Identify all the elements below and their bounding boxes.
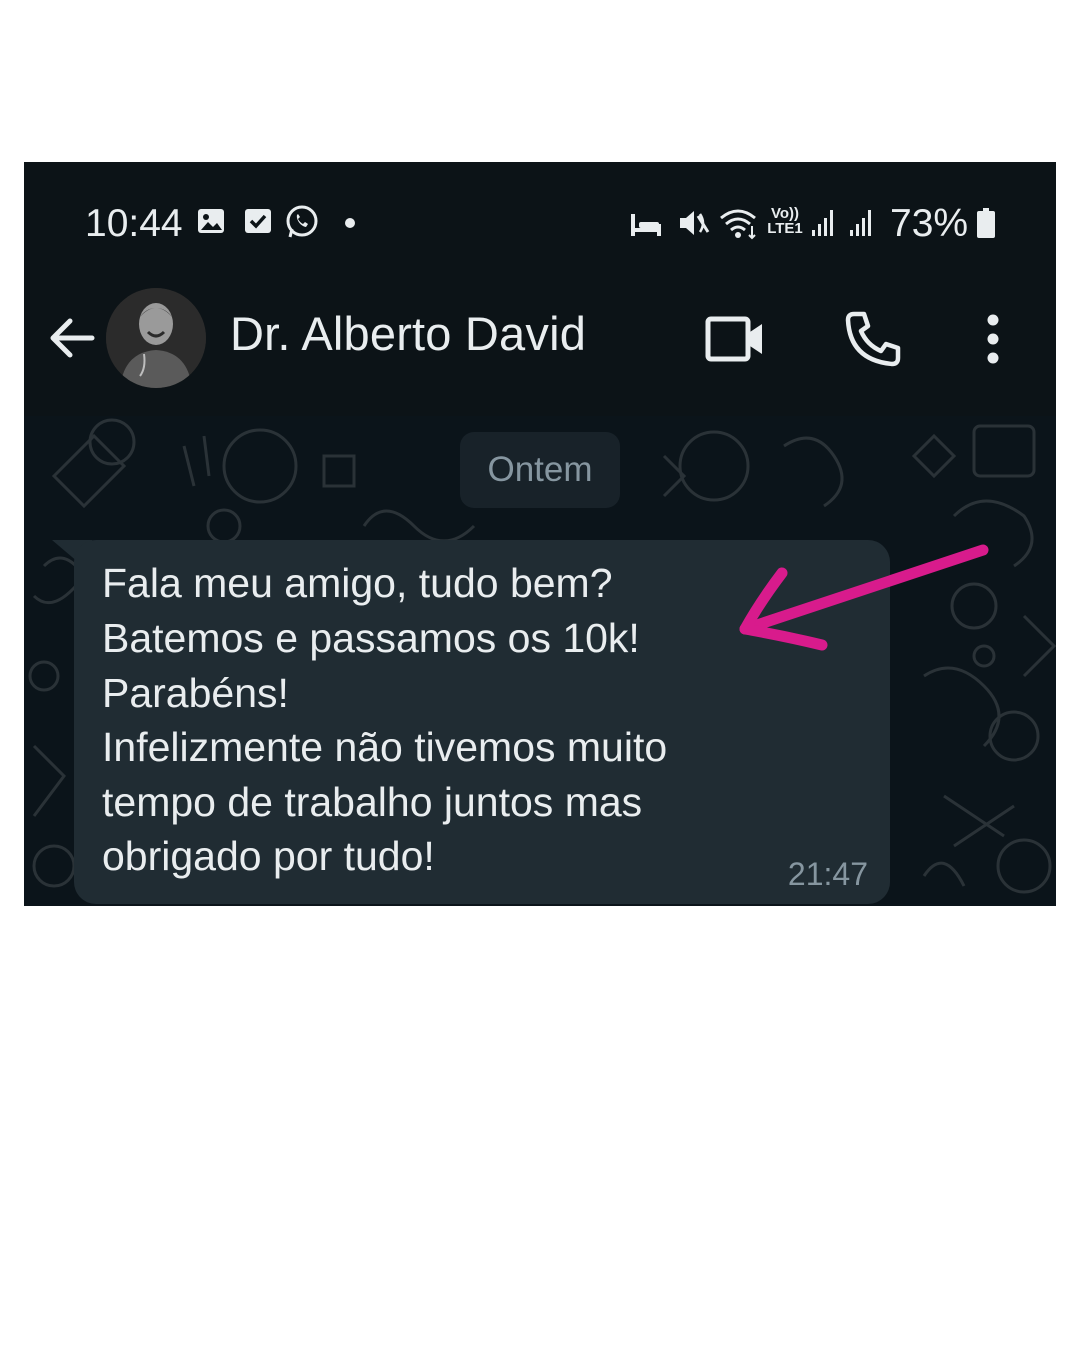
back-arrow-icon[interactable] xyxy=(46,312,98,364)
date-chip: Ontem xyxy=(460,432,620,508)
chat-area: Ontem Fala meu amigo, tudo bem? Batemos … xyxy=(24,416,1056,906)
status-bar: 10:44 Vo)) LTE1 73% xyxy=(24,162,1056,282)
sleep-bed-icon xyxy=(631,214,661,236)
avatar-photo xyxy=(106,288,206,388)
check-square-icon xyxy=(245,209,271,233)
status-time: 10:44 xyxy=(85,202,183,245)
battery-icon xyxy=(977,208,995,238)
message-line: Infelizmente não tivemos muito xyxy=(102,724,668,770)
message-line: Parabéns! xyxy=(102,670,289,716)
battery-percent: 73% xyxy=(890,202,969,245)
message-bubble[interactable]: Fala meu amigo, tudo bem? Batemos e pass… xyxy=(74,540,890,904)
whatsapp-icon xyxy=(286,205,318,238)
screenshot-frame: 10:44 Vo)) LTE1 73% Dr. Alberto David On… xyxy=(24,162,1056,906)
message-line: obrigado por tudo! xyxy=(102,833,435,879)
volte-icon: Vo)) LTE1 xyxy=(765,206,805,240)
contact-name[interactable]: Dr. Alberto David xyxy=(230,306,586,361)
notification-dot xyxy=(345,218,355,228)
wifi-icon xyxy=(720,209,756,240)
signal-icon xyxy=(812,210,833,236)
lte-label: LTE1 xyxy=(767,220,803,237)
avatar[interactable] xyxy=(106,288,206,388)
message-time: 21:47 xyxy=(787,856,868,892)
message-line: tempo de trabalho juntos mas xyxy=(102,779,643,825)
volte-label: Vo)) xyxy=(770,205,800,222)
message-line: Fala meu amigo, tudo bem? xyxy=(102,560,613,606)
video-call-icon[interactable] xyxy=(704,308,766,370)
chat-header: Dr. Alberto David xyxy=(24,282,1056,416)
gallery-icon xyxy=(198,209,224,233)
phone-icon[interactable] xyxy=(842,308,904,370)
mute-icon xyxy=(680,211,710,235)
signal-icon xyxy=(850,210,871,236)
more-vert-icon[interactable] xyxy=(962,308,1024,370)
message-line: Batemos e passamos os 10k! xyxy=(102,615,640,661)
